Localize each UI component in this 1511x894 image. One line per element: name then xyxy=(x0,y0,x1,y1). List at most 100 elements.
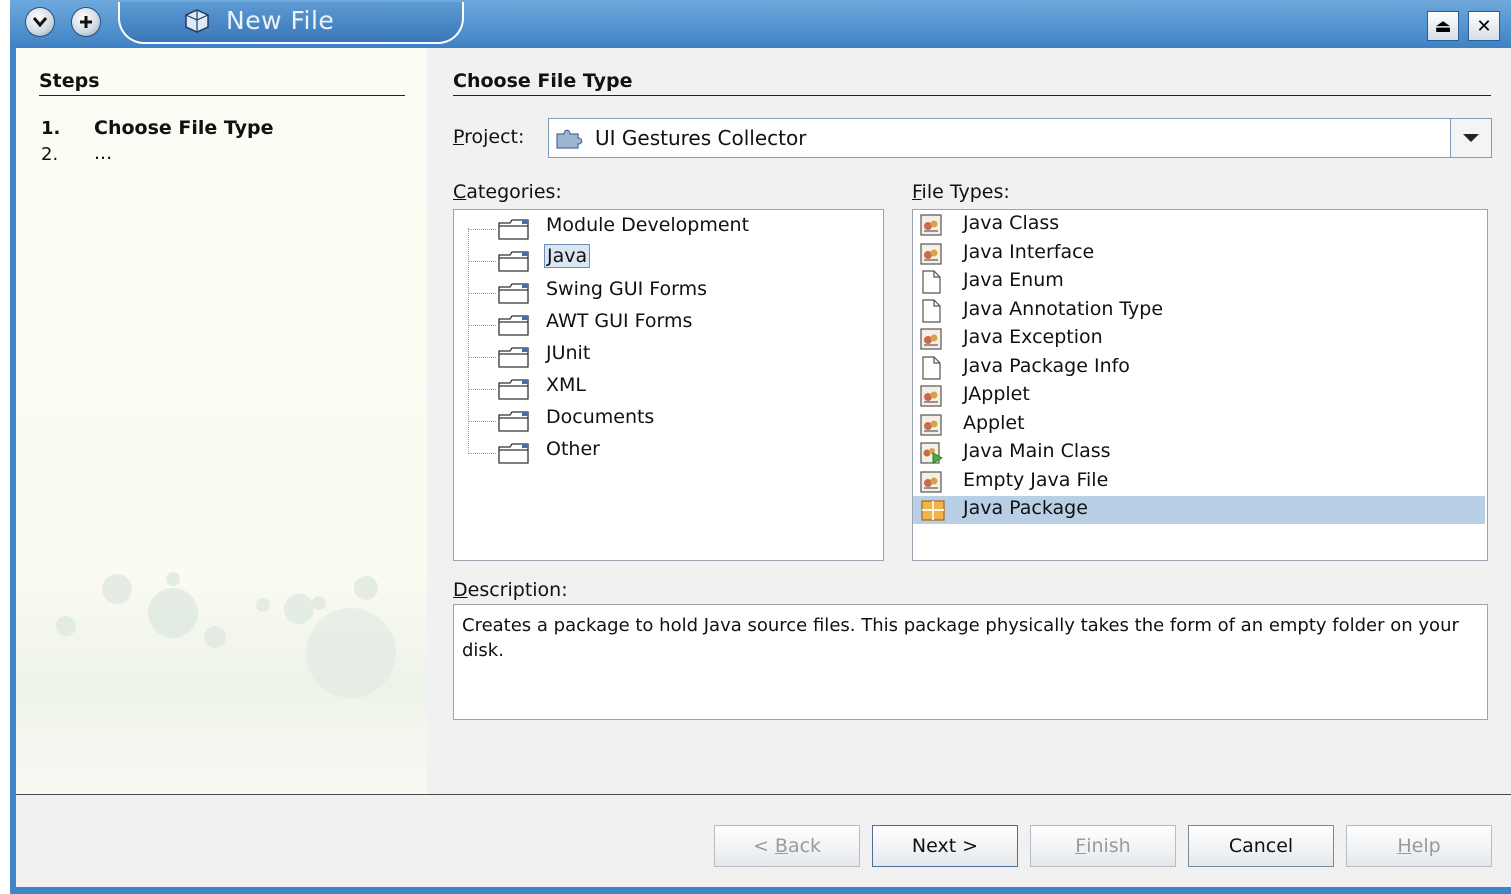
project-label: Project: xyxy=(453,126,525,148)
plus-icon xyxy=(80,16,92,28)
title-tab: New File xyxy=(118,2,464,44)
tree-connector xyxy=(468,325,496,327)
project-value: UI Gestures Collector xyxy=(595,126,807,150)
close-button[interactable]: ✕ xyxy=(1468,11,1500,41)
file-type-item[interactable]: Java Interface xyxy=(913,240,1485,268)
window-menu-button[interactable] xyxy=(26,8,54,36)
dropdown-button[interactable] xyxy=(1450,119,1491,157)
title-bar[interactable]: New File ⏏ ✕ xyxy=(10,0,1511,48)
file-type-item[interactable]: Java Package xyxy=(913,496,1485,524)
tree-connector xyxy=(468,357,496,359)
window-title: New File xyxy=(226,6,335,35)
page-title: Choose File Type xyxy=(453,70,633,92)
chevron-down-icon xyxy=(32,17,48,28)
java-package-icon xyxy=(921,500,945,521)
dialog-content: Steps 1. Choose File Type 2. ... Choose … xyxy=(16,48,1511,794)
category-item[interactable]: XML xyxy=(454,372,874,402)
category-label: Swing GUI Forms xyxy=(546,278,708,300)
file-type-label: Java Main Class xyxy=(963,440,1111,462)
file-type-label: Empty Java File xyxy=(963,468,1109,491)
blank-file-icon xyxy=(922,355,941,380)
tree-connector xyxy=(468,453,496,455)
category-label: XML xyxy=(546,374,586,396)
file-type-label: Java Package Info xyxy=(963,354,1130,377)
java-class-icon xyxy=(920,385,942,407)
category-item[interactable]: AWT GUI Forms xyxy=(454,308,874,338)
file-type-label: Java Enum xyxy=(963,269,1064,291)
file-type-label: Java Annotation Type xyxy=(963,297,1164,320)
decorative-bubble xyxy=(166,572,180,586)
blank-file-icon xyxy=(922,298,941,323)
folder-icon xyxy=(498,251,529,272)
folder-icon xyxy=(498,379,529,400)
file-type-item[interactable]: Java Enum xyxy=(913,268,1485,296)
category-label: Java xyxy=(544,244,591,268)
description-label: Description: xyxy=(453,579,568,601)
decorative-bubble xyxy=(354,576,378,600)
folder-icon xyxy=(498,443,529,464)
decorative-bubble xyxy=(102,574,132,604)
file-type-item[interactable]: Java Package Info xyxy=(913,354,1485,382)
file-type-item[interactable]: JApplet xyxy=(913,382,1485,410)
category-item[interactable]: Module Development xyxy=(454,212,874,242)
category-label: Module Development xyxy=(546,214,750,236)
close-icon: ✕ xyxy=(1476,15,1492,37)
tree-connector xyxy=(468,261,496,263)
category-item[interactable]: Other xyxy=(454,436,874,466)
divider xyxy=(453,95,1491,96)
file-type-item[interactable]: Java Annotation Type xyxy=(913,297,1485,325)
java-main-class-icon xyxy=(920,442,943,464)
category-item[interactable]: JUnit xyxy=(454,340,874,370)
category-item[interactable]: Swing GUI Forms xyxy=(454,276,874,306)
maximize-button[interactable]: ⏏ xyxy=(1427,11,1459,41)
categories-label: Categories: xyxy=(453,181,562,203)
folder-icon xyxy=(498,315,529,336)
steps-panel: Steps 1. Choose File Type 2. ... xyxy=(16,48,427,794)
categories-tree[interactable]: Module Development Java Swing GUI Forms AWT… xyxy=(453,209,884,561)
file-type-item[interactable]: Java Class xyxy=(913,211,1485,239)
folder-icon xyxy=(498,283,529,304)
cancel-button[interactable]: Cancel xyxy=(1188,825,1334,867)
decorative-bubble xyxy=(312,596,326,610)
category-item[interactable]: Documents xyxy=(454,404,874,434)
tree-connector xyxy=(468,389,496,391)
file-type-label: JApplet xyxy=(963,383,1030,405)
window-add-button[interactable] xyxy=(72,8,100,36)
decorative-bubble xyxy=(284,594,314,624)
category-label: Other xyxy=(546,438,600,460)
step-label: ... xyxy=(94,142,113,164)
steps-heading: Steps xyxy=(39,70,100,92)
project-select[interactable]: UI Gestures Collector xyxy=(548,118,1492,158)
category-label: Documents xyxy=(546,406,655,428)
file-type-label: Java Class xyxy=(963,212,1060,234)
next-label: Next > xyxy=(911,835,979,857)
file-type-label: Java Package xyxy=(963,497,1088,519)
cancel-label: Cancel xyxy=(1228,835,1294,857)
file-type-item[interactable]: Applet xyxy=(913,411,1485,439)
java-class-icon xyxy=(920,242,942,265)
java-class-icon xyxy=(920,328,942,350)
finish-button[interactable]: Finish xyxy=(1030,825,1176,867)
file-type-item[interactable]: Java Main Class xyxy=(913,439,1485,467)
file-type-label: Java Interface xyxy=(963,240,1095,263)
file-type-item[interactable]: Java Exception xyxy=(913,325,1485,353)
decorative-bubble xyxy=(148,588,198,638)
step-number: 1. xyxy=(41,118,61,139)
folder-icon xyxy=(498,347,529,368)
decorative-bubble xyxy=(56,616,76,636)
category-label: JUnit xyxy=(546,342,591,364)
eject-icon: ⏏ xyxy=(1434,15,1452,37)
chevron-down-icon xyxy=(1463,134,1479,142)
decorative-bubble xyxy=(256,598,270,612)
java-class-icon xyxy=(920,214,942,236)
tree-connector xyxy=(468,293,496,295)
help-button[interactable]: Help xyxy=(1346,825,1492,867)
category-item[interactable]: Java xyxy=(454,244,874,274)
back-button[interactable]: < Back xyxy=(714,825,860,867)
file-types-list[interactable]: Java Class Java Interface Java Enum Java An… xyxy=(912,209,1488,561)
folder-icon xyxy=(498,411,529,432)
java-class-icon xyxy=(920,413,942,436)
file-type-item[interactable]: Empty Java File xyxy=(913,468,1485,496)
next-button[interactable]: Next > xyxy=(872,825,1018,867)
new-file-dialog: New File ⏏ ✕ Steps 1. Choose File Type 2… xyxy=(10,0,1511,894)
